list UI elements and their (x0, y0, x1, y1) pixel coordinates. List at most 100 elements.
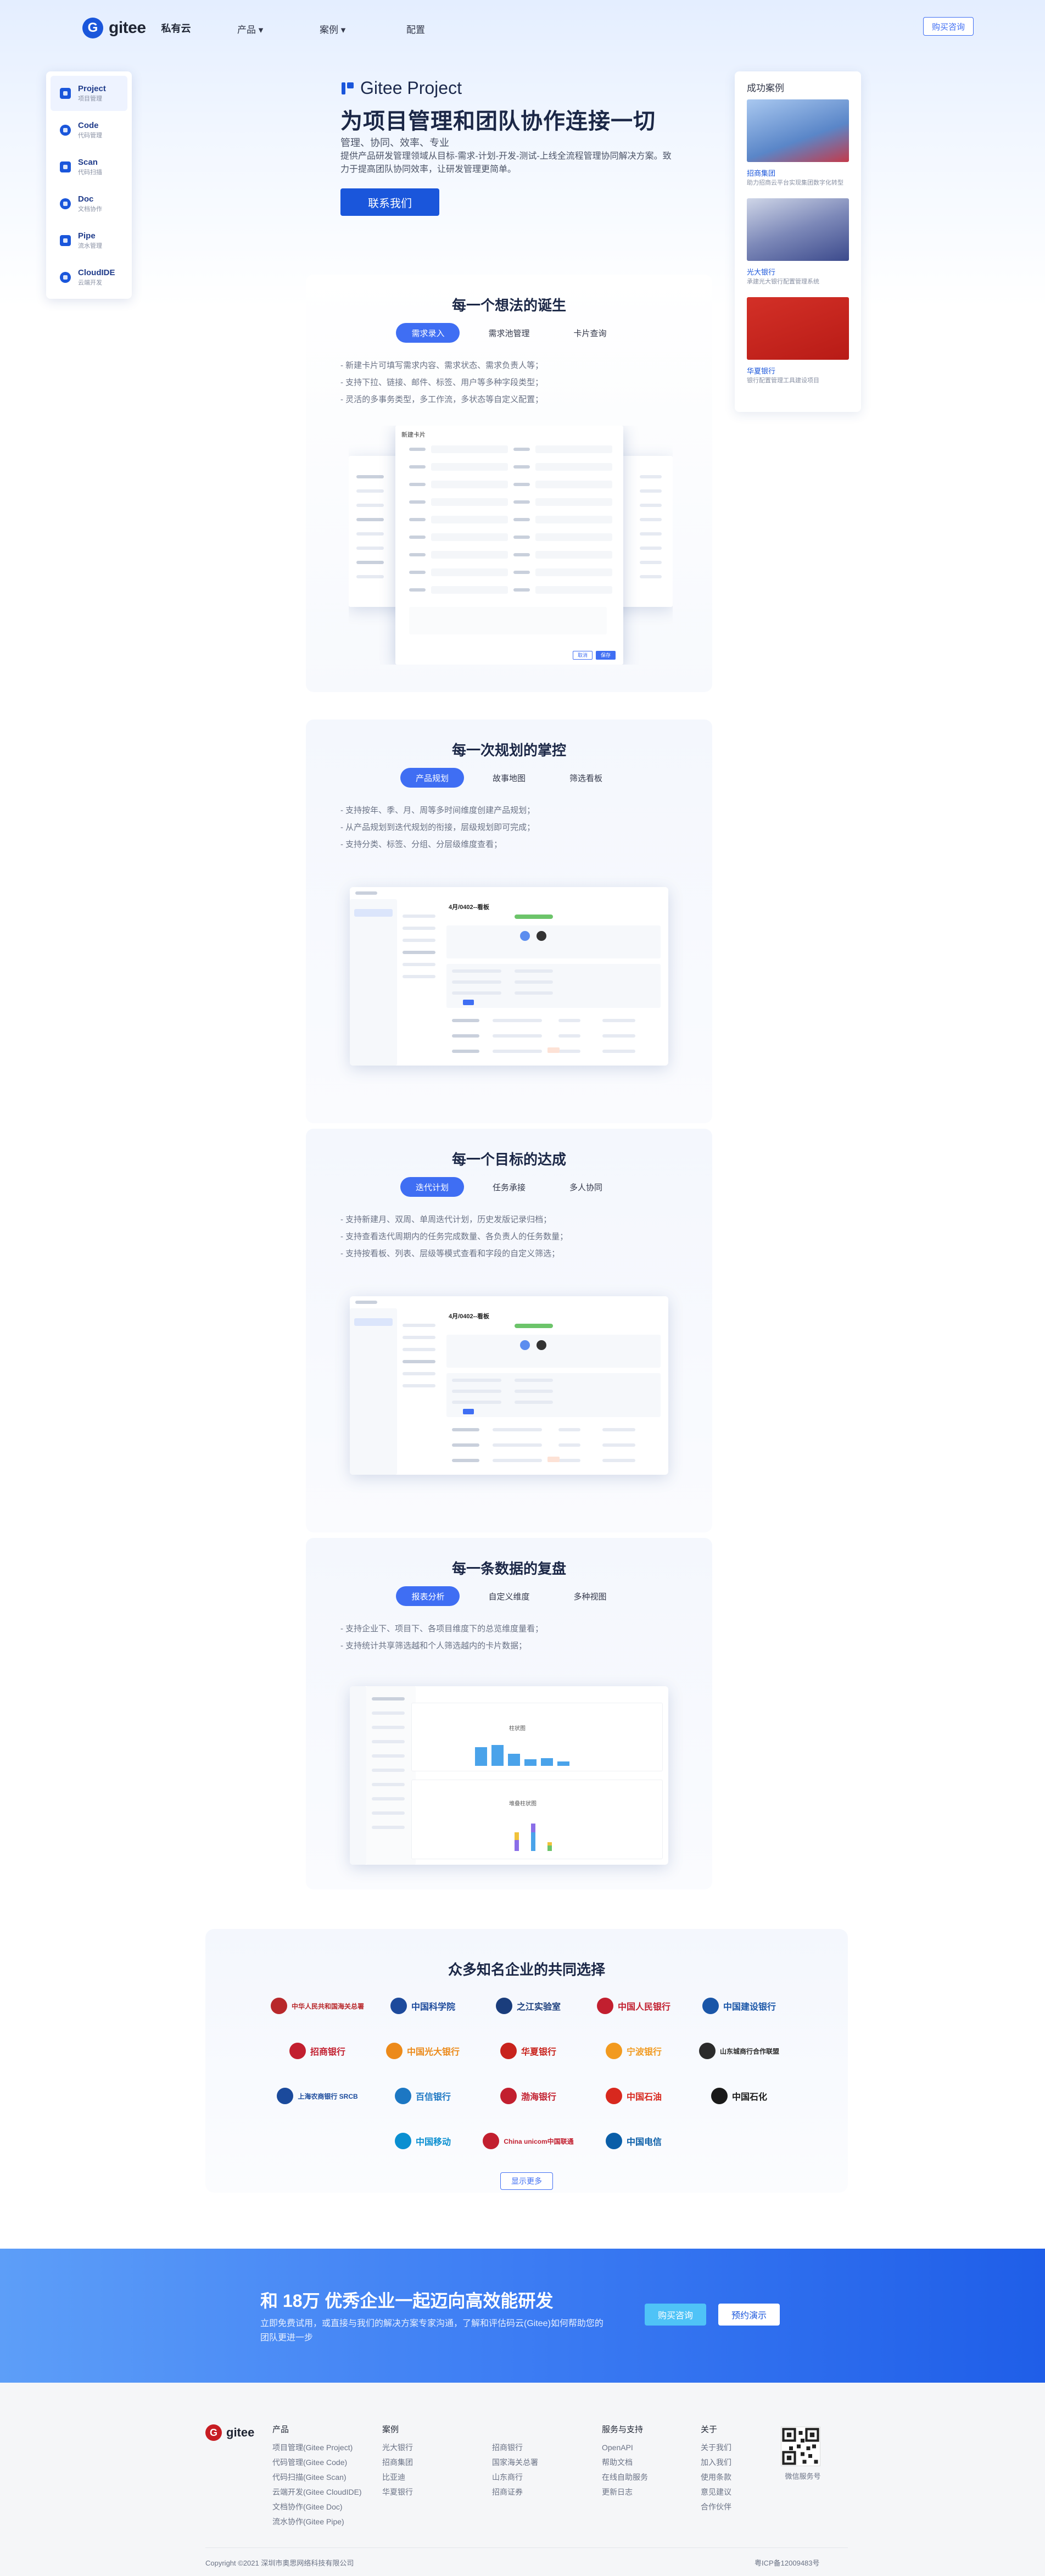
case-name[interactable]: 华夏银行 (747, 365, 849, 376)
footer-link[interactable]: 流水协作(Gitee Pipe) (272, 2514, 362, 2529)
case-image[interactable] (747, 297, 849, 360)
nav-item-products[interactable]: 产品 ▾ (237, 22, 263, 36)
sidebar-item-desc: 流水管理 (78, 243, 102, 249)
client-logo: 中国建设银行 (686, 1995, 792, 2017)
footer-link[interactable]: 光大银行 (382, 2440, 413, 2455)
mock-block (431, 445, 508, 453)
mock-text-line (372, 1697, 405, 1700)
footer-column: 招商银行 国家海关总署 山东商行 招商证券 (492, 2422, 538, 2500)
footer-link[interactable]: 合作伙伴 (701, 2500, 731, 2514)
client-name: 招商银行 (310, 2048, 345, 2057)
mock-text-line (513, 483, 530, 486)
tab-2[interactable]: 任务承接 (477, 1177, 541, 1197)
unicom-icon (483, 2133, 500, 2149)
tab-2[interactable]: 故事地图 (477, 768, 541, 788)
tab-2[interactable]: 自定义维度 (473, 1586, 545, 1606)
contact-us-button[interactable]: 联系我们 (340, 188, 439, 216)
mock-block (535, 516, 612, 523)
bar-mark (524, 1759, 537, 1766)
footer-link[interactable]: OpenAPI (602, 2440, 648, 2455)
sidebar-item-cloudide[interactable]: CloudIDE 云端开发 (51, 260, 127, 295)
dialog-cancel-button[interactable]: 取消 (573, 651, 593, 660)
tab-3[interactable]: 多种视图 (558, 1586, 622, 1606)
clients-title: 众多知名企业的共同选择 (448, 1961, 605, 1978)
footer-link[interactable]: 比亚迪 (382, 2470, 413, 2485)
footer-link[interactable]: 使用条款 (701, 2470, 731, 2485)
footer-link[interactable]: 代码扫描(Gitee Scan) (272, 2470, 362, 2485)
mock-block (350, 1308, 397, 1475)
sidebar-item-pipe[interactable]: Pipe 流水管理 (51, 223, 127, 258)
mock-text-line (640, 561, 662, 564)
bar-mark (557, 1761, 569, 1766)
mock-text-line (558, 1428, 580, 1431)
nav-item-cases[interactable]: 案例 ▾ (320, 22, 345, 36)
footer-column-title: 产品 (272, 2425, 289, 2434)
top-nav: G gitee 私有云 产品 ▾ 案例 ▾ 配置 购买咨询 (0, 0, 1045, 55)
tab-1[interactable]: 报表分析 (396, 1586, 460, 1606)
mock-text-line (356, 518, 384, 521)
mock-text-line (513, 553, 530, 556)
footer-link[interactable]: 招商银行 (492, 2440, 538, 2455)
sidebar-item-project[interactable]: Project 项目管理 (51, 76, 127, 111)
feature-section-1: 每一个想法的诞生 需求录入 需求池管理 卡片查询 - 新建卡片可填写需求内容、需求状态、… (306, 275, 712, 692)
gitee-logo[interactable]: G gitee 私有云 (82, 18, 191, 38)
sidebar-item-code[interactable]: Code 代码管理 (51, 113, 127, 148)
tab-3[interactable]: 多人协同 (554, 1177, 618, 1197)
footer: G gitee 产品项目管理(Gitee Project) 代码管理(Gitee … (0, 2383, 1045, 2576)
footer-link[interactable]: 帮助文档 (602, 2455, 648, 2470)
footer-link[interactable]: 更新日志 (602, 2485, 648, 2500)
mock-text-line (513, 518, 530, 521)
footer-link[interactable]: 在线自助服务 (602, 2470, 648, 2485)
sidebar-item-doc[interactable]: Doc 文档协作 (51, 186, 127, 221)
tab-2[interactable]: 需求池管理 (473, 323, 545, 343)
bar-chart-title: 柱状图 (509, 1726, 526, 1732)
mock-text-line (409, 536, 426, 539)
tab-1[interactable]: 需求录入 (396, 323, 460, 343)
footer-link[interactable]: 文档协作(Gitee Doc) (272, 2500, 362, 2514)
case-item[interactable]: 招商集团 助力招商云平台实现集团数字化转型 (747, 99, 849, 187)
sidebar-item-desc: 代码管理 (78, 132, 102, 139)
footer-link[interactable]: 关于我们 (701, 2440, 731, 2455)
footer-link[interactable]: 云端开发(Gitee CloudIDE) (272, 2485, 362, 2500)
footer-link[interactable]: 华夏银行 (382, 2485, 413, 2500)
footer-link[interactable]: 项目管理(Gitee Project) (272, 2440, 362, 2455)
footer-logo-icon: G (205, 2424, 222, 2441)
footer-link[interactable]: 国家海关总署 (492, 2455, 538, 2470)
mock-block (350, 1296, 668, 1308)
tab-1[interactable]: 迭代计划 (400, 1177, 464, 1197)
footer-link[interactable]: 招商证券 (492, 2485, 538, 2500)
nav-item-config[interactable]: 配置 (406, 22, 425, 36)
tab-3[interactable]: 筛选看板 (554, 768, 618, 788)
case-item[interactable]: 光大银行 承建光大银行配置管理系统 (747, 198, 849, 286)
qr-code-icon (782, 2428, 819, 2465)
dialog-save-button[interactable]: 保存 (596, 651, 616, 660)
cta-buy-button[interactable]: 购买咨询 (645, 2304, 706, 2326)
footer-link[interactable]: 代码管理(Gitee Code) (272, 2455, 362, 2470)
case-name[interactable]: 招商集团 (747, 168, 849, 178)
footer-logo[interactable]: G gitee (205, 2424, 254, 2441)
footer-link[interactable]: 招商集团 (382, 2455, 413, 2470)
case-item[interactable]: 华夏银行 银行配置管理工具建设项目 (747, 297, 849, 385)
mock-text-line (372, 1783, 405, 1786)
client-logo: 上海农商银行 SRCB (265, 2085, 370, 2107)
case-image[interactable] (747, 99, 849, 162)
buy-consult-button[interactable]: 购买咨询 (923, 17, 974, 36)
show-more-button[interactable]: 显示更多 (500, 2172, 553, 2190)
sidebar-item-scan[interactable]: Scan 代码扫描 (51, 149, 127, 185)
client-name: 中国石化 (731, 2093, 767, 2102)
footer-link[interactable]: 意见建议 (701, 2485, 731, 2500)
mock-text-line (640, 547, 662, 550)
footer-link[interactable]: 加入我们 (701, 2455, 731, 2470)
mock-text-line (452, 1428, 479, 1431)
zhejianglab-icon (495, 1998, 512, 2014)
case-name[interactable]: 光大银行 (747, 266, 849, 277)
mock-block (446, 925, 661, 958)
tab-3[interactable]: 卡片查询 (558, 323, 622, 343)
footer-link[interactable]: 山东商行 (492, 2470, 538, 2485)
cta-demo-button[interactable]: 预约演示 (718, 2304, 780, 2326)
mock-text-line (403, 927, 435, 930)
case-image[interactable] (747, 198, 849, 261)
tab-1[interactable]: 产品规划 (400, 768, 464, 788)
client-logo: 之江实验室 (476, 1995, 581, 2017)
mock-text-line (372, 1769, 405, 1772)
